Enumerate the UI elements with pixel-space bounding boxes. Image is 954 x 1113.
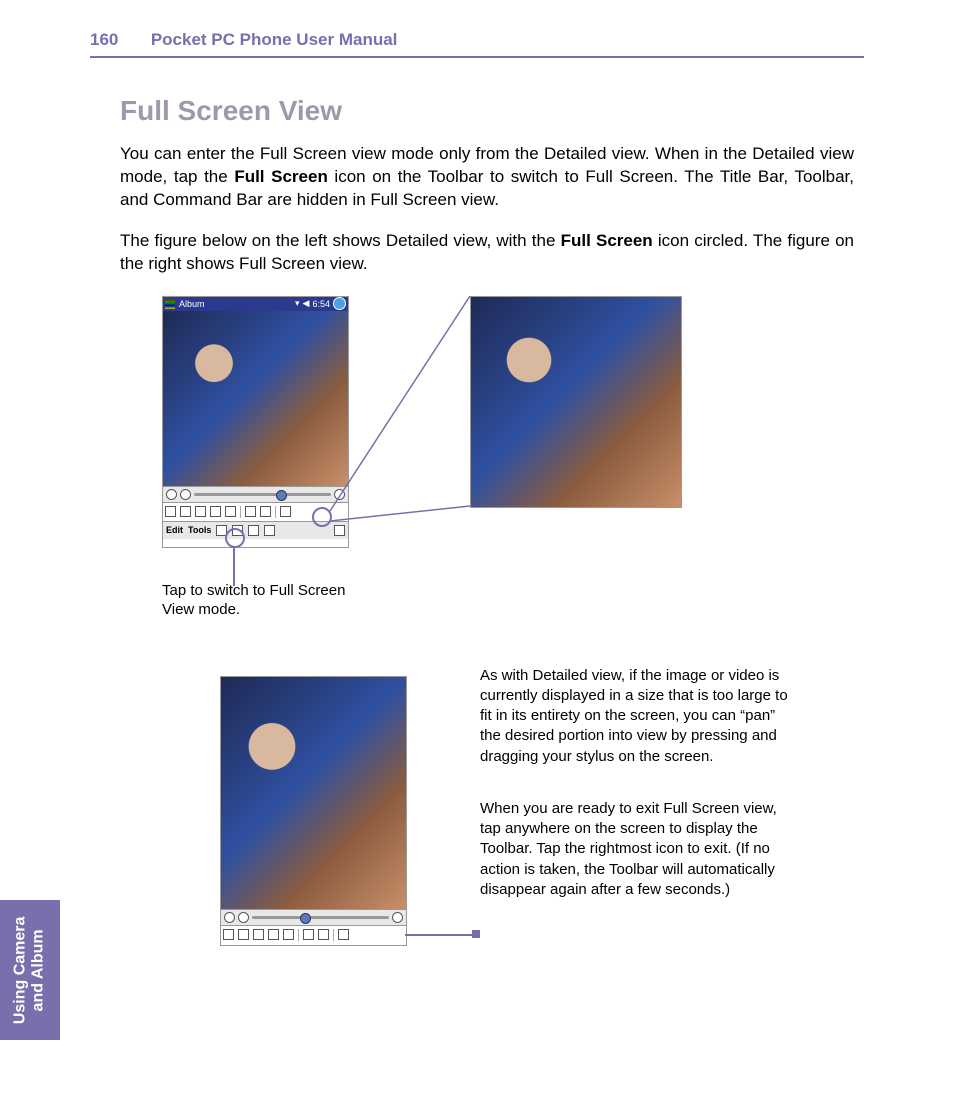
- section-side-tab: Using Cameraand Album: [0, 900, 60, 1040]
- page-number: 160: [90, 30, 118, 49]
- callout-circle-cmdbar-icon: [225, 528, 245, 548]
- toolbar-leader-endpoint: [472, 930, 480, 938]
- figure-row: Album ▾ ◀ 6:54: [120, 296, 854, 596]
- cmd-icon-3: [248, 525, 259, 536]
- zoom-in-icon: [253, 929, 264, 940]
- clock-text: 6:54: [312, 299, 330, 309]
- progress-slider: [252, 916, 389, 919]
- next-icon: [180, 506, 191, 517]
- end-icon: [334, 489, 345, 500]
- photo-area: [163, 311, 348, 486]
- sip-icon: [334, 525, 345, 536]
- side-tab-label: Using Cameraand Album: [12, 916, 49, 1024]
- zoom-fit-icon: [225, 506, 236, 517]
- ppc-title-bar: Album ▾ ◀ 6:54: [163, 297, 348, 311]
- close-icon: [333, 297, 346, 310]
- lower-block: As with Detailed view, if the image or v…: [120, 676, 854, 1006]
- cmd-icon-4: [264, 525, 275, 536]
- rotate-left-icon: [303, 929, 314, 940]
- page-header: 160 Pocket PC Phone User Manual: [90, 30, 864, 58]
- progress-slider: [194, 493, 331, 496]
- stop-icon: [238, 912, 249, 923]
- fullscreen-icon: [280, 506, 291, 517]
- zoom-in-icon: [195, 506, 206, 517]
- stop-icon: [180, 489, 191, 500]
- right-column-text: As with Detailed view, if the image or v…: [480, 666, 790, 933]
- play-icon: [224, 912, 235, 923]
- text: The figure below on the left shows Detai…: [120, 231, 561, 250]
- end-icon: [392, 912, 403, 923]
- zoom-out-icon: [268, 929, 279, 940]
- media-controls: [163, 486, 348, 502]
- rotate-right-icon: [318, 929, 329, 940]
- cmd-edit: Edit: [166, 525, 183, 535]
- media-controls-lower: [221, 909, 406, 925]
- toolbar-leader-line: [405, 934, 475, 938]
- paragraph-4: When you are ready to exit Full Screen v…: [480, 799, 790, 900]
- figure-fullscreen-view: [470, 296, 682, 508]
- signal-icon: ▾: [295, 298, 300, 309]
- callout-circle-fullscreen-icon: [312, 507, 332, 527]
- figure-caption: Tap to switch to Full Screen View mode.: [162, 581, 362, 620]
- paragraph-1: You can enter the Full Screen view mode …: [120, 143, 854, 212]
- start-flag-icon: [165, 299, 175, 309]
- manual-title: Pocket PC Phone User Manual: [151, 30, 398, 49]
- callout-leader-line: [233, 546, 235, 586]
- content-area: Full Screen View You can enter the Full …: [120, 95, 854, 1006]
- bold-text: Full Screen: [561, 231, 653, 250]
- paragraph-3: As with Detailed view, if the image or v…: [480, 666, 790, 767]
- exit-fullscreen-icon: [338, 929, 349, 940]
- toolbar-lower: [221, 925, 406, 944]
- cmd-tools: Tools: [188, 525, 211, 535]
- figure-fullscreen-with-toolbar: [220, 676, 407, 946]
- rotate-right-icon: [260, 506, 271, 517]
- next-icon: [238, 929, 249, 940]
- app-title: Album: [179, 299, 205, 309]
- prev-icon: [223, 929, 234, 940]
- prev-icon: [165, 506, 176, 517]
- rotate-left-icon: [245, 506, 256, 517]
- paragraph-2: The figure below on the left shows Detai…: [120, 230, 854, 276]
- bold-text: Full Screen: [234, 167, 328, 186]
- section-heading: Full Screen View: [120, 95, 854, 127]
- speaker-icon: ◀: [303, 298, 310, 309]
- zoom-out-icon: [210, 506, 221, 517]
- zoom-fit-icon: [283, 929, 294, 940]
- play-icon: [166, 489, 177, 500]
